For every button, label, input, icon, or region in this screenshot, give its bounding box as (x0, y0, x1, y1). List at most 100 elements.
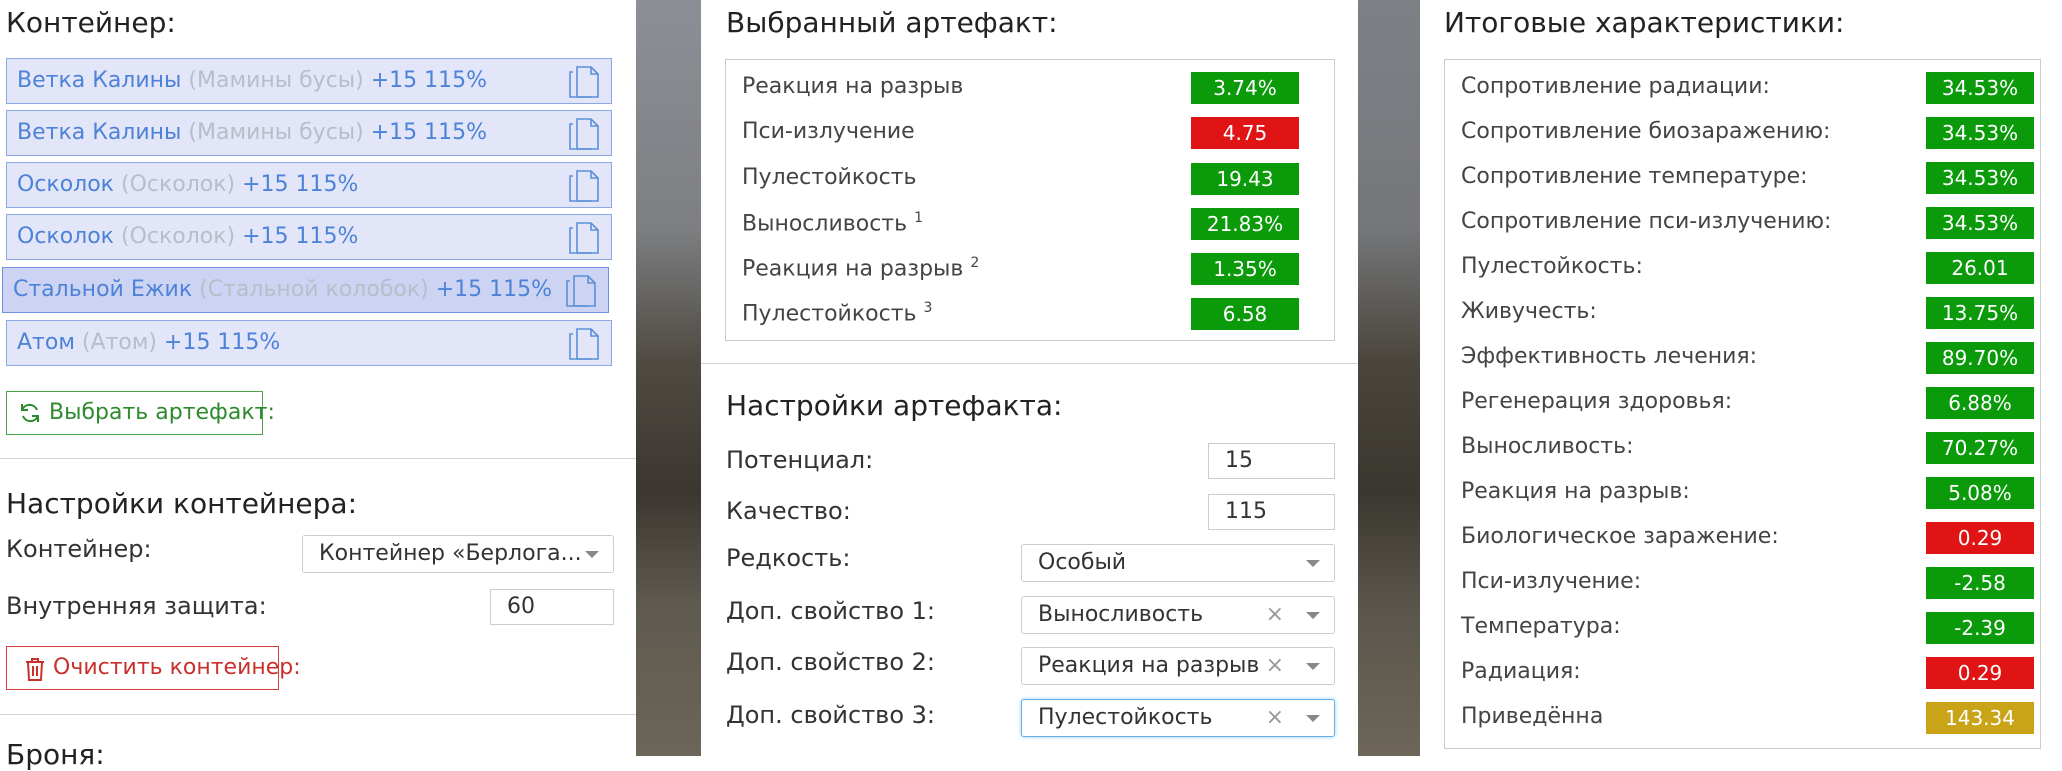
prop1-value: Выносливость (1038, 602, 1204, 627)
chevron-down-icon (1306, 663, 1320, 670)
trash-icon (26, 658, 44, 681)
chevron-down-icon (585, 551, 599, 558)
stat-label: Реакция на разрыв (742, 74, 964, 99)
stat-value: 21.83% (1191, 208, 1299, 240)
item-alt-name: (Мамины бусы) (188, 120, 364, 145)
total-value: 34.53% (1926, 117, 2034, 149)
potential-input[interactable]: 15 (1208, 443, 1335, 479)
item-alt-name: (Мамины бусы) (188, 68, 364, 93)
total-value: 26.01 (1926, 252, 2034, 284)
total-label: Пулестойкость: (1461, 254, 1643, 279)
copy-icon[interactable] (566, 275, 596, 307)
potential-label: Потенциал: (726, 446, 874, 474)
total-label: Эффективность лечения: (1461, 344, 1758, 369)
stat-label: Пулестойкость (742, 165, 917, 190)
stat-value: 1.35% (1191, 253, 1299, 285)
item-alt-name: (Осколок) (120, 224, 236, 249)
rarity-label: Редкость: (726, 544, 851, 572)
item-name: Осколок (17, 172, 114, 197)
item-level: +15 115% (164, 330, 281, 355)
container-select[interactable]: Контейнер «Берлога... (302, 535, 614, 573)
total-label: Сопротивление биозаражению: (1461, 119, 1831, 144)
container-select-value: Контейнер «Берлога... (319, 541, 582, 566)
stat-value: 19.43 (1191, 163, 1299, 195)
item-name: Стальной Ежик (13, 277, 193, 302)
container-item[interactable]: Ветка Калины (Мамины бусы) +15 115% (6, 58, 612, 104)
stat-value: 6.58 (1191, 298, 1299, 330)
prop1-select[interactable]: Выносливость × (1021, 596, 1335, 634)
total-label: Регенерация здоровья: (1461, 389, 1733, 414)
artifact-settings-title: Настройки артефакта: (726, 389, 1063, 422)
total-value: 34.53% (1926, 162, 2034, 194)
prop3-value: Пулестойкость (1038, 705, 1213, 730)
clear-container-button[interactable]: Очистить контейнер: (6, 646, 301, 690)
rarity-value: Особый (1038, 550, 1127, 575)
total-label: Температура: (1461, 614, 1621, 639)
armor-title: Броня: (6, 738, 105, 771)
item-name: Атом (17, 330, 75, 355)
item-alt-name: (Осколок) (120, 172, 236, 197)
total-value: 0.29 (1926, 657, 2034, 689)
total-value: 0.29 (1926, 522, 2034, 554)
chevron-down-icon (1306, 715, 1320, 722)
prop3-select[interactable]: Пулестойкость × (1021, 699, 1335, 737)
total-label: Сопротивление радиации: (1461, 74, 1770, 99)
stat-label: Реакция на разрыв 2 (742, 255, 980, 282)
clear-icon[interactable]: × (1266, 597, 1284, 633)
divider (0, 458, 636, 459)
copy-icon[interactable] (569, 66, 599, 98)
container-settings-title: Настройки контейнера: (6, 487, 358, 520)
container-item[interactable]: Атом (Атом) +15 115% (6, 320, 612, 366)
artifact-panel: Выбранный артефакт: Реакция на разрыв 3.… (701, 0, 1358, 756)
clear-icon[interactable]: × (1266, 648, 1284, 684)
total-label: Живучесть: (1461, 299, 1597, 324)
container-item-selected[interactable]: Стальной Ежик (Стальной колобок) +15 115… (2, 267, 609, 313)
select-artifact-button[interactable]: Выбрать артефакт: (6, 391, 275, 435)
total-value: 34.53% (1926, 207, 2034, 239)
total-value: 13.75% (1926, 297, 2034, 329)
clear-icon[interactable]: × (1266, 700, 1284, 736)
total-label: Сопротивление температуре: (1461, 164, 1808, 189)
item-name: Ветка Калины (17, 120, 182, 145)
item-alt-name: (Стальной колобок) (199, 277, 429, 302)
copy-icon[interactable] (569, 222, 599, 254)
prop1-label: Доп. свойство 1: (726, 597, 935, 625)
total-value: 34.53% (1926, 72, 2034, 104)
total-label: Пси-излучение: (1461, 569, 1642, 594)
select-artifact-label: Выбрать артефакт: (49, 400, 275, 425)
container-item[interactable]: Осколок (Осколок) +15 115% (6, 162, 612, 208)
divider (701, 363, 1358, 364)
inner-protection-input[interactable]: 60 (490, 589, 614, 625)
copy-icon[interactable] (569, 328, 599, 360)
refresh-icon (21, 403, 39, 423)
stat-label: Пси-излучение (742, 119, 915, 144)
totals-title: Итоговые характеристики: (1444, 6, 1845, 39)
item-name: Ветка Калины (17, 68, 182, 93)
chevron-down-icon (1306, 612, 1320, 619)
total-value: -2.58 (1926, 567, 2034, 599)
inner-protection-label: Внутренняя защита: (6, 592, 267, 620)
item-level: +15 115% (370, 68, 488, 93)
container-item[interactable]: Ветка Калины (Мамины бусы) +15 115% (6, 110, 612, 156)
total-value: 143.34 (1926, 702, 2034, 734)
background-strip-left (636, 0, 701, 756)
divider (0, 714, 636, 715)
total-label: Приведённа (1461, 704, 1604, 729)
stat-value: 3.74% (1191, 72, 1299, 104)
copy-icon[interactable] (569, 170, 599, 202)
total-label: Выносливость: (1461, 434, 1634, 459)
container-title: Контейнер: (6, 6, 176, 39)
total-label: Радиация: (1461, 659, 1581, 684)
total-label: Биологическое заражение: (1461, 524, 1779, 549)
total-value: 89.70% (1926, 342, 2034, 374)
container-item[interactable]: Осколок (Осколок) +15 115% (6, 214, 612, 260)
totals-panel: Итоговые характеристики: Сопротивление р… (1420, 0, 2062, 756)
prop2-select[interactable]: Реакция на разрыв × (1021, 647, 1335, 685)
stat-label: Выносливость 1 (742, 210, 923, 237)
quality-input[interactable]: 115 (1208, 494, 1335, 530)
copy-icon[interactable] (569, 118, 599, 150)
item-level: +15 115% (242, 224, 359, 249)
stat-label: Пулестойкость 3 (742, 300, 933, 327)
selected-artifact-title: Выбранный артефакт: (726, 6, 1058, 39)
rarity-select[interactable]: Особый (1021, 544, 1335, 582)
